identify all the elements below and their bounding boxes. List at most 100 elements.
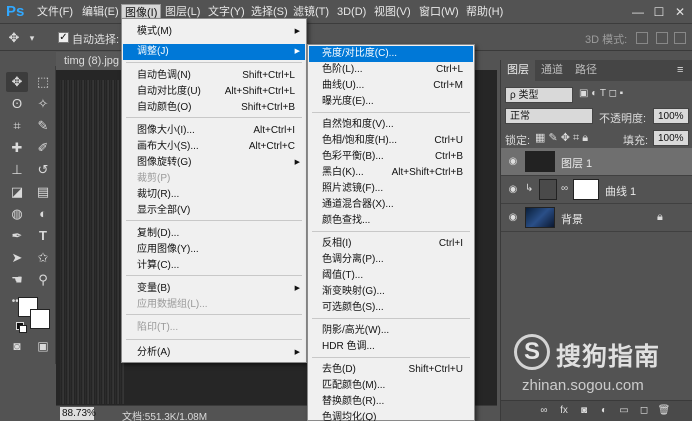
document-info[interactable]: 文档:551.3K/1.08M: [122, 408, 207, 421]
menu-item-canvas-size[interactable]: 画布大小(S)... Alt+Ctrl+C: [123, 139, 305, 155]
menu-item-adjustments[interactable]: 调整(J) ▶: [123, 44, 305, 60]
eye-icon[interactable]: ◉: [507, 184, 519, 196]
layer-row[interactable]: ◉ 背景 🔒︎: [501, 204, 692, 232]
3d-pan-icon[interactable]: [674, 32, 686, 44]
filter-icons[interactable]: ▣ ◐ T ◻ ▪: [579, 88, 623, 99]
healing-brush-icon[interactable]: ✚: [6, 138, 28, 158]
menu-item-trim[interactable]: 裁切(R)...: [123, 187, 305, 203]
menu-item-posterize[interactable]: 色调分离(P)...: [309, 252, 473, 268]
eye-icon[interactable]: ◉: [507, 156, 519, 168]
menu-item-curves[interactable]: 曲线(U)... Ctrl+M: [309, 78, 473, 94]
menu-item-analysis[interactable]: 分析(A) ▶: [123, 345, 305, 361]
menu-item-gradient-map[interactable]: 渐变映射(G)...: [309, 284, 473, 300]
menu-item[interactable]: 帮助(H): [463, 4, 506, 20]
default-colors-icon[interactable]: [16, 322, 27, 333]
background-color-swatch[interactable]: [30, 309, 50, 329]
menu-item-equalize[interactable]: 色调均化(Q): [309, 410, 473, 421]
fill-input[interactable]: 100%: [653, 130, 689, 146]
tab-channels[interactable]: 通道: [535, 60, 569, 81]
menu-item[interactable]: 视图(V): [371, 4, 414, 20]
gradient-tool-icon[interactable]: ▤: [32, 182, 54, 202]
menu-item-variables[interactable]: 变量(B) ▶: [123, 281, 305, 297]
menu-item-reveal-all[interactable]: 显示全部(V): [123, 203, 305, 219]
brush-tool-icon[interactable]: ✐: [32, 138, 54, 158]
zoom-tool-icon[interactable]: ⚲: [32, 270, 54, 290]
panel-menu-icon[interactable]: ≡: [671, 60, 689, 81]
menu-item-mode[interactable]: 模式(M) ▶: [123, 24, 305, 40]
lock-icons[interactable]: ▦ ✎ ✥ ⌗ 🔒︎: [535, 131, 588, 145]
menu-item[interactable]: 3D(D): [334, 4, 369, 20]
menu-item[interactable]: 窗口(W): [416, 4, 462, 20]
menu-item-levels[interactable]: 色阶(L)... Ctrl+L: [309, 62, 473, 78]
menu-item-color-balance[interactable]: 色彩平衡(B)... Ctrl+B: [309, 149, 473, 165]
tab-layers[interactable]: 图层: [501, 60, 535, 81]
type-tool-icon[interactable]: T: [32, 226, 54, 246]
opacity-input[interactable]: 100%: [653, 108, 689, 124]
eyedropper-icon[interactable]: ✎: [32, 116, 54, 136]
adjustment-icon[interactable]: ◐: [597, 404, 611, 418]
menu-item-hdr-toning[interactable]: HDR 色调...: [309, 339, 473, 355]
dodge-tool-icon[interactable]: ◐: [32, 204, 54, 224]
new-layer-icon[interactable]: ◻: [637, 404, 651, 418]
screen-mode-icon[interactable]: ▣: [32, 336, 54, 356]
menu-item-selective-color[interactable]: 可选颜色(S)...: [309, 300, 473, 316]
link-icon[interactable]: ∞: [537, 404, 551, 418]
move-tool-icon[interactable]: ✥: [6, 72, 28, 92]
menu-item-auto-tone[interactable]: 自动色调(N) Shift+Ctrl+L: [123, 68, 305, 84]
marquee-tool-icon[interactable]: ⬚: [32, 72, 54, 92]
menu-item-invert[interactable]: 反相(I) Ctrl+I: [309, 236, 473, 252]
layer-row[interactable]: ◉ ↳ ∞ 曲线 1: [501, 176, 692, 204]
3d-rotate-icon[interactable]: [636, 32, 648, 44]
menu-item-match-color[interactable]: 匹配颜色(M)...: [309, 378, 473, 394]
menu-item-image-size[interactable]: 图像大小(I)... Alt+Ctrl+I: [123, 123, 305, 139]
layer-row[interactable]: ◉ 图层 1: [501, 148, 692, 176]
fx-icon[interactable]: fx: [557, 404, 571, 418]
menu-item[interactable]: 文件(F): [34, 4, 76, 20]
menu-item-photo-filter[interactable]: 照片滤镜(F)...: [309, 181, 473, 197]
move-tool-icon[interactable]: ✥: [6, 30, 22, 46]
menu-item-brightness-contrast[interactable]: 亮度/对比度(C)...: [309, 46, 473, 62]
hand-tool-icon[interactable]: ☚: [6, 270, 28, 290]
maximize-button[interactable]: ☐: [649, 2, 669, 22]
magic-wand-icon[interactable]: ✧: [32, 94, 54, 114]
eye-icon[interactable]: ◉: [507, 212, 519, 224]
menu-item-calculations[interactable]: 计算(C)...: [123, 258, 305, 274]
trash-icon[interactable]: 🗑︎: [657, 404, 671, 418]
lasso-tool-icon[interactable]: ʘ: [6, 94, 28, 114]
menu-item-apply-image[interactable]: 应用图像(Y)...: [123, 242, 305, 258]
menu-item[interactable]: 编辑(E): [79, 4, 122, 20]
menu-item-hue-saturation[interactable]: 色相/饱和度(H)... Ctrl+U: [309, 133, 473, 149]
3d-roll-icon[interactable]: [656, 32, 668, 44]
layer-filter-select[interactable]: ρ 类型: [505, 87, 573, 103]
menu-item-duplicate[interactable]: 复制(D)...: [123, 226, 305, 242]
menu-item-threshold[interactable]: 阈值(T)...: [309, 268, 473, 284]
menu-item-auto-contrast[interactable]: 自动对比度(U) Alt+Shift+Ctrl+L: [123, 84, 305, 100]
zoom-field[interactable]: 88.73%: [60, 407, 96, 420]
path-selection-icon[interactable]: ➤: [6, 248, 28, 268]
canvas-image[interactable]: [60, 80, 124, 404]
menu-item-auto-color[interactable]: 自动颜色(O) Shift+Ctrl+B: [123, 100, 305, 116]
history-brush-icon[interactable]: ↺: [32, 160, 54, 180]
menu-item-replace-color[interactable]: 替换颜色(R)...: [309, 394, 473, 410]
mask-icon[interactable]: ◙: [577, 404, 591, 418]
tab-paths[interactable]: 路径: [569, 60, 603, 81]
pen-tool-icon[interactable]: ✒: [6, 226, 28, 246]
blur-tool-icon[interactable]: ◍: [6, 204, 28, 224]
menu-item-color-lookup[interactable]: 颜色查找...: [309, 213, 473, 229]
close-button[interactable]: ✕: [670, 2, 690, 22]
menu-item-image-rotation[interactable]: 图像旋转(G) ▶: [123, 155, 305, 171]
clone-stamp-icon[interactable]: ⊥: [6, 160, 28, 180]
menu-item-exposure[interactable]: 曝光度(E)...: [309, 94, 473, 110]
eraser-tool-icon[interactable]: ◪: [6, 182, 28, 202]
shape-tool-icon[interactable]: ✩: [32, 248, 54, 268]
menu-item-black-white[interactable]: 黑白(K)... Alt+Shift+Ctrl+B: [309, 165, 473, 181]
menu-item-shadows-highlights[interactable]: 阴影/高光(W)...: [309, 323, 473, 339]
auto-select-checkbox[interactable]: ✓: [58, 32, 69, 43]
crop-tool-icon[interactable]: ⌗: [6, 116, 28, 136]
menu-item-desaturate[interactable]: 去色(D) Shift+Ctrl+U: [309, 362, 473, 378]
menu-item-vibrance[interactable]: 自然饱和度(V)...: [309, 117, 473, 133]
chevron-down-icon[interactable]: ▾: [24, 30, 40, 46]
minimize-button[interactable]: —: [628, 2, 648, 22]
folder-icon[interactable]: ▭: [617, 404, 631, 418]
quick-mask-icon[interactable]: ◙: [6, 336, 28, 356]
